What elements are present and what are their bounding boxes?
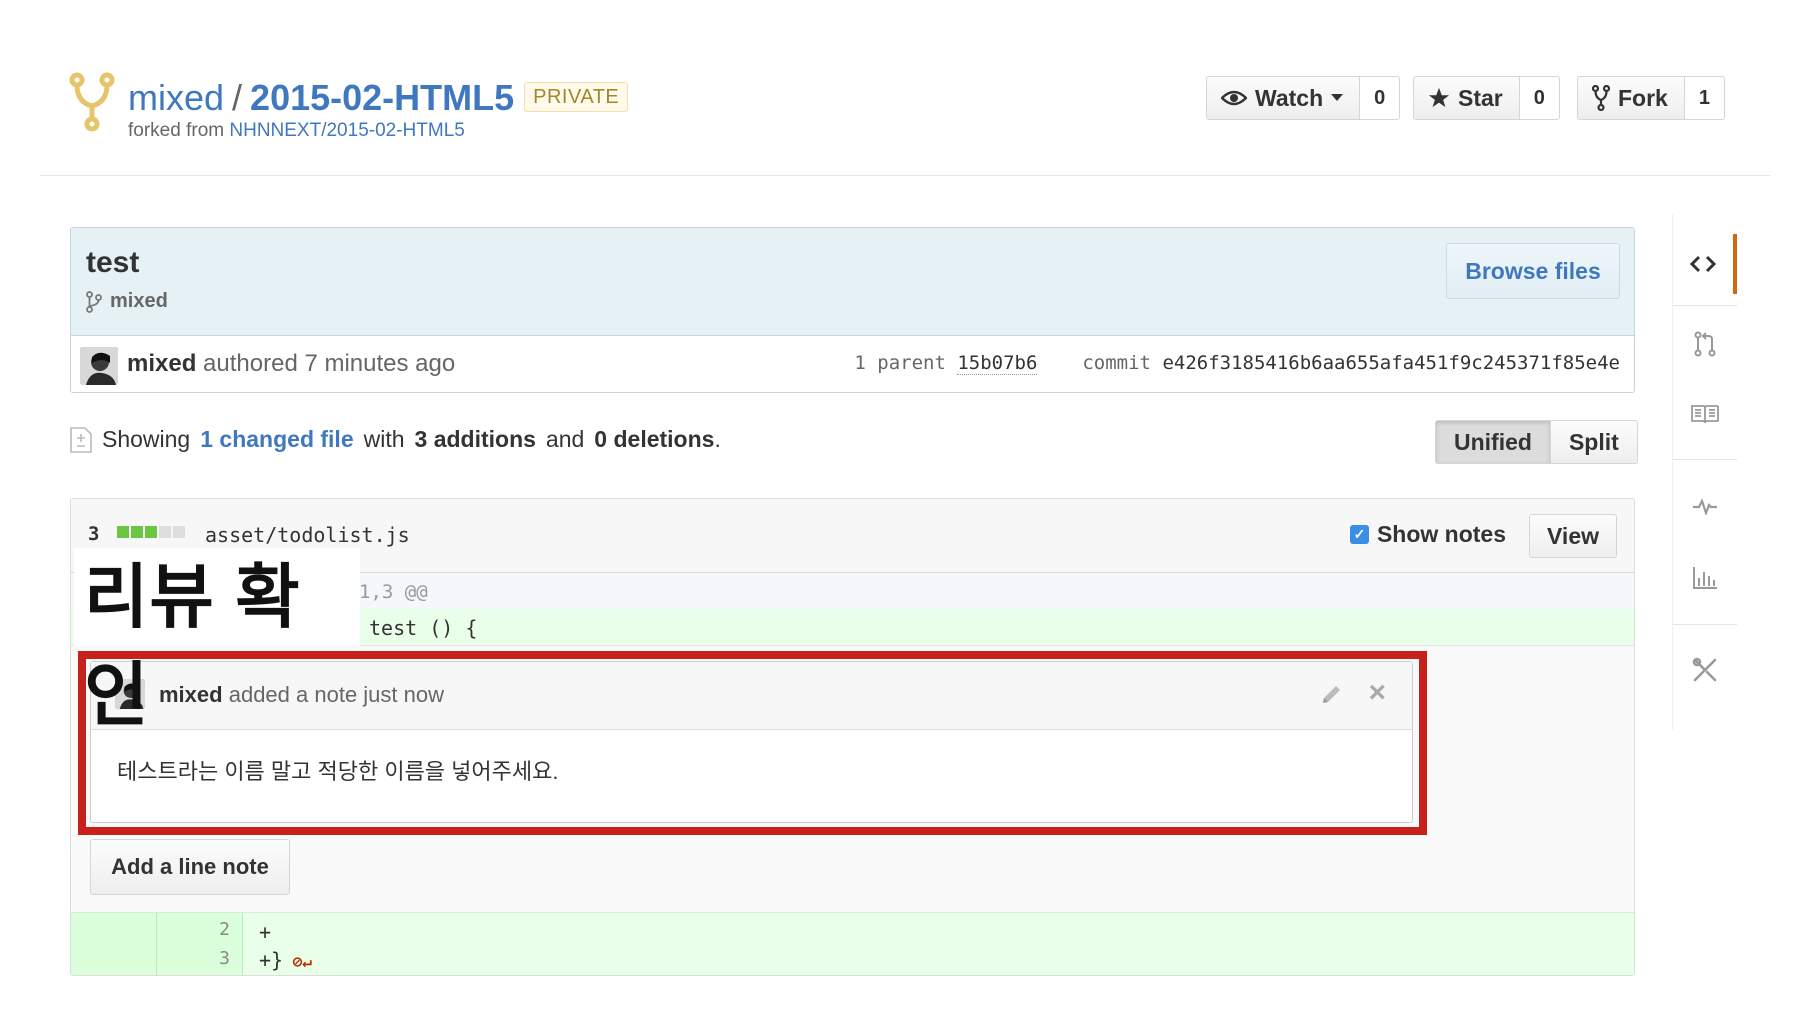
star-button[interactable]: Star: [1413, 76, 1520, 120]
header-divider: [40, 175, 1770, 176]
book-icon: [1691, 405, 1719, 424]
sidebar-item-code[interactable]: [1673, 234, 1737, 294]
browse-files-button[interactable]: Browse files: [1446, 243, 1620, 299]
showing-text: Showing: [102, 426, 191, 452]
add-line-note-button[interactable]: Add a line note: [90, 839, 290, 895]
show-notes-label: Show notes: [1376, 521, 1506, 547]
code-line-3: +} ⊘↵: [259, 948, 312, 972]
repo-separator: /: [232, 77, 243, 118]
commit-meta: mixed authored 7 minutes ago 1 parent 15…: [71, 336, 1634, 392]
caret-down-icon: [1331, 94, 1344, 101]
watch-button[interactable]: Watch: [1206, 76, 1361, 120]
sha-info: 1 parent 15b07b6 commit e426f3185416b6aa…: [854, 352, 1620, 375]
pull-request-icon: [1694, 331, 1716, 357]
repo-owner-link[interactable]: mixed: [128, 77, 224, 118]
tools-icon: [1692, 657, 1717, 682]
repo-forked-icon: [69, 72, 115, 132]
diff-view-toggle: Unified Split: [1435, 420, 1638, 464]
forked-source-link[interactable]: NHNNEXT/2015-02-HTML5: [229, 120, 464, 141]
diffstat-bar: [117, 526, 185, 538]
repo-sidebar: [1672, 214, 1737, 730]
sidebar-item-pull-requests[interactable]: [1673, 314, 1737, 374]
hunk-range: 1,3 @@: [359, 581, 428, 603]
branch-name[interactable]: mixed: [110, 290, 168, 313]
show-notes-toggle[interactable]: ✓ Show notes: [1349, 521, 1506, 548]
new-line-gutter: 2 3: [157, 913, 243, 975]
fork-label: Fork: [1618, 84, 1668, 111]
code-line-1: test () {: [369, 616, 478, 640]
commit-branch: mixed: [86, 290, 168, 313]
pulse-icon: [1693, 498, 1717, 515]
view-file-button[interactable]: View: [1529, 514, 1617, 558]
star-label: Star: [1458, 84, 1503, 111]
commit-author: mixed authored 7 minutes ago: [127, 350, 455, 378]
and-text: and: [545, 426, 585, 452]
fork-group: Fork 1: [1577, 76, 1725, 120]
deletions-count: 0 deletions: [594, 426, 715, 452]
changed-files-link[interactable]: 1 changed file: [200, 426, 353, 453]
graph-icon: [1693, 567, 1717, 589]
unified-button[interactable]: Unified: [1435, 420, 1551, 464]
sidebar-item-settings[interactable]: [1673, 640, 1737, 700]
file-diff-icon: [70, 426, 92, 453]
diff-added-lines: 2 3 + +} ⊘↵: [71, 912, 1634, 975]
branch-icon: [86, 290, 102, 313]
watch-label: Watch: [1255, 84, 1324, 111]
period: .: [714, 426, 721, 452]
authored-time: authored 7 minutes ago: [203, 350, 456, 377]
line-number-3[interactable]: 3: [219, 948, 230, 969]
highlight-frame: [78, 651, 1427, 835]
fork-button[interactable]: Fork: [1577, 76, 1685, 120]
watch-group: Watch 0: [1206, 76, 1401, 120]
code-icon: [1690, 255, 1716, 273]
parent-sha-link[interactable]: 15b07b6: [957, 352, 1038, 375]
fork-count[interactable]: 1: [1684, 76, 1725, 120]
star-icon: [1428, 87, 1450, 108]
commit-header: test mixed Browse files: [71, 228, 1634, 336]
diff-summary: Showing 1 changed file with 3 additions …: [70, 426, 721, 453]
with-text: with: [363, 426, 405, 452]
diff-line-count: 3: [88, 523, 100, 545]
checkbox-checked-icon[interactable]: ✓: [1349, 525, 1369, 544]
parent-label: 1 parent: [854, 352, 946, 374]
forked-from: forked from NHNNEXT/2015-02-HTML5: [128, 120, 465, 142]
fork-icon: [1592, 85, 1610, 111]
commit-label: commit: [1082, 352, 1151, 374]
no-newline-icon: ⊘↵: [283, 952, 312, 971]
code-line-3-text: +}: [259, 948, 284, 972]
line-number-2[interactable]: 2: [219, 919, 230, 940]
sidebar-item-pulse[interactable]: [1673, 476, 1737, 536]
author-link[interactable]: mixed: [127, 350, 196, 377]
review-overlay-label: 리뷰 확인: [74, 548, 360, 734]
old-line-gutter: [71, 913, 157, 975]
commit-sha: e426f3185416b6aa655afa451f9c245371f85e4e: [1162, 352, 1620, 374]
file-path-link[interactable]: asset/todolist.js: [205, 523, 410, 547]
star-group: Star 0: [1413, 76, 1560, 120]
commit-title: test: [86, 246, 140, 279]
sidebar-item-wiki[interactable]: [1673, 384, 1737, 444]
sidebar-item-graphs[interactable]: [1673, 548, 1737, 608]
repo-title: mixed/2015-02-HTML5 PRIVATE: [128, 76, 629, 120]
repo-name-link[interactable]: 2015-02-HTML5: [250, 77, 514, 118]
commit-box: test mixed Browse files mixed authored 7…: [70, 227, 1635, 393]
forked-prefix: forked from: [128, 120, 225, 141]
eye-icon: [1221, 90, 1247, 106]
code-line-2: +: [259, 920, 272, 944]
private-badge: PRIVATE: [524, 82, 629, 113]
star-count[interactable]: 0: [1519, 76, 1560, 120]
avatar[interactable]: [80, 347, 118, 385]
watch-count[interactable]: 0: [1360, 76, 1401, 120]
additions-count: 3 additions: [414, 426, 536, 452]
split-button[interactable]: Split: [1550, 420, 1638, 464]
